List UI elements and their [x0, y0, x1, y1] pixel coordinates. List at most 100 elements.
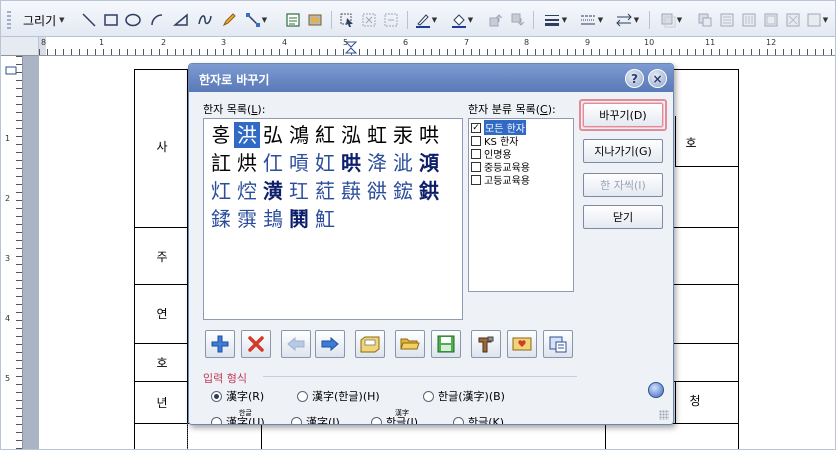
hanja-item[interactable]: 訌 [208, 150, 234, 176]
ungroup-object-icon[interactable] [381, 9, 401, 31]
shadow-style-icon[interactable]: ▼ [655, 9, 687, 31]
indent-marker-icon[interactable] [345, 41, 357, 55]
hanja-item[interactable]: 魟 [312, 206, 338, 232]
curve-tool-icon[interactable] [195, 9, 215, 31]
tools-button[interactable] [471, 330, 501, 358]
checkbox-icon[interactable] [471, 161, 481, 172]
format-radio-hangul-hanja[interactable]: 한글(漢字)(B) [423, 388, 505, 404]
select-object-icon[interactable] [337, 9, 357, 31]
checkbox-icon[interactable] [471, 148, 481, 159]
radio-icon[interactable] [211, 417, 222, 424]
hanja-item[interactable]: 泓 [338, 122, 364, 148]
radio-icon[interactable] [371, 417, 382, 424]
hanja-item[interactable]: 烘 [234, 150, 260, 176]
align-center-icon[interactable] [717, 9, 737, 31]
checkbox-icon[interactable] [471, 135, 481, 146]
hanja-item[interactable]: 霟 [234, 206, 260, 232]
draw-menu-button[interactable]: 그리기 ▼ [23, 9, 75, 31]
more-options-icon[interactable]: ▼ [805, 9, 829, 31]
class-item-high[interactable]: 고등교육용 [471, 173, 571, 187]
single-char-button[interactable]: 한 자씩(I) [583, 173, 663, 197]
format-radio-ruby-above[interactable]: 한글 漢字(U) [211, 410, 265, 424]
convert-settings-button[interactable] [543, 330, 573, 358]
arrow-style-icon[interactable]: ▼ [611, 9, 643, 31]
radio-icon[interactable] [453, 417, 464, 424]
fill-color-icon[interactable]: ▼ [449, 9, 475, 31]
hanja-list[interactable]: 홍 洪 弘 鴻 紅 泓 虹 汞 哄 訌 烘 仜 嗊 妅 晎 洚 泚 澒 灴 焢 … [203, 118, 463, 320]
hanja-item[interactable]: 哄 [416, 122, 442, 148]
format-radio-hanja-hangul[interactable]: 漢字(한글)(H) [297, 388, 380, 404]
add-button[interactable] [205, 330, 235, 358]
connector-tool-icon[interactable]: ▼ [243, 9, 269, 31]
hanja-item[interactable]: 灴 [208, 178, 234, 204]
hanja-item[interactable]: 汞 [390, 122, 416, 148]
close-button[interactable]: × [648, 69, 667, 88]
pencil-tool-icon[interactable] [219, 9, 239, 31]
rectangle-tool-icon[interactable] [101, 9, 121, 31]
hanja-item[interactable]: 鋐 [390, 178, 416, 204]
checkbox-checked-icon[interactable]: ✓ [471, 122, 481, 133]
checkbox-icon[interactable] [471, 174, 481, 185]
textbox-tool-icon[interactable] [283, 9, 303, 31]
hanja-item[interactable]: 晎 [338, 150, 364, 176]
move-left-button[interactable] [281, 330, 311, 358]
radio-icon[interactable] [423, 390, 434, 402]
hanja-item[interactable]: 焢 [234, 178, 260, 204]
hanja-item[interactable]: 泚 [390, 150, 416, 176]
hanja-item[interactable]: 蕻 [338, 178, 364, 204]
hanja-item[interactable]: 虹 [364, 122, 390, 148]
polygon-tool-icon[interactable] [171, 9, 191, 31]
dialog-title-bar[interactable]: 한자로 바꾸기 [189, 64, 673, 92]
line-thickness-icon[interactable]: ▼ [539, 9, 571, 31]
hanja-item-selected[interactable]: 洪 [234, 122, 260, 148]
dictionary-button[interactable] [355, 330, 385, 358]
hanja-item[interactable]: 紅 [312, 122, 338, 148]
align-left-icon[interactable] [695, 9, 715, 31]
hanja-item[interactable]: 仜 [260, 150, 286, 176]
vertical-ruler[interactable]: 1 2 3 4 5 [1, 56, 23, 449]
align-right-icon[interactable] [739, 9, 759, 31]
hanja-item[interactable]: 弘 [260, 122, 286, 148]
format-radio-hanja[interactable]: 漢字(R) [211, 388, 264, 404]
picture-tool-icon[interactable] [305, 9, 325, 31]
hanja-item[interactable]: 䳏 [260, 206, 286, 232]
ellipse-tool-icon[interactable] [123, 9, 143, 31]
help-button[interactable]: ? [625, 69, 644, 88]
hanja-item[interactable]: 鴻 [286, 122, 312, 148]
replace-button[interactable]: 바꾸기(D) [583, 103, 663, 127]
hanja-item[interactable]: 鬨 [286, 206, 312, 232]
hanja-item[interactable]: 玒 [286, 178, 312, 204]
hanja-item[interactable]: 澒 [416, 150, 442, 176]
hanja-book-button[interactable] [507, 330, 537, 358]
hanja-item[interactable]: 妅 [312, 150, 338, 176]
format-radio-ruby-below[interactable]: 漢字(J)한글 [291, 410, 340, 424]
close-dialog-button[interactable]: 닫기 [583, 205, 663, 229]
skip-button[interactable]: 지나가기(G) [583, 139, 663, 163]
format-radio-hangul-ruby-below[interactable]: 한글(K)漢字 [453, 410, 504, 424]
hanja-item[interactable]: 鍒 [208, 206, 234, 232]
line-color-icon[interactable]: ▼ [413, 9, 439, 31]
format-help-icon[interactable] [648, 382, 664, 398]
distribute-icon[interactable] [761, 9, 781, 31]
hanja-item[interactable]: 谼 [364, 178, 390, 204]
hanja-class-list[interactable]: ✓ 모든 한자 KS 한자 인명용 중등교육용 고등교육용 [468, 118, 574, 292]
open-folder-button[interactable] [395, 330, 425, 358]
margin-marker-icon[interactable] [5, 66, 17, 76]
save-button[interactable] [431, 330, 461, 358]
resize-grip-icon[interactable] [659, 410, 669, 420]
grid-snap-icon[interactable] [783, 9, 803, 31]
hanja-item[interactable]: 洚 [364, 150, 390, 176]
hanja-item[interactable]: 嗊 [286, 150, 312, 176]
radio-selected-icon[interactable] [211, 390, 222, 402]
hanja-item[interactable]: 葒 [312, 178, 338, 204]
toolbar-grip[interactable] [7, 11, 11, 29]
move-right-button[interactable] [315, 330, 345, 358]
hanja-item[interactable]: 홍 [208, 122, 234, 148]
radio-icon[interactable] [297, 390, 308, 402]
arc-tool-icon[interactable] [147, 9, 167, 31]
group-object-icon[interactable] [359, 9, 379, 31]
bring-forward-icon[interactable] [485, 9, 505, 31]
horizontal-ruler[interactable]: 8 1 2 3 4 5 6 7 8 9 10 11 12 [39, 37, 835, 56]
radio-icon[interactable] [291, 417, 302, 424]
delete-button[interactable] [241, 330, 271, 358]
